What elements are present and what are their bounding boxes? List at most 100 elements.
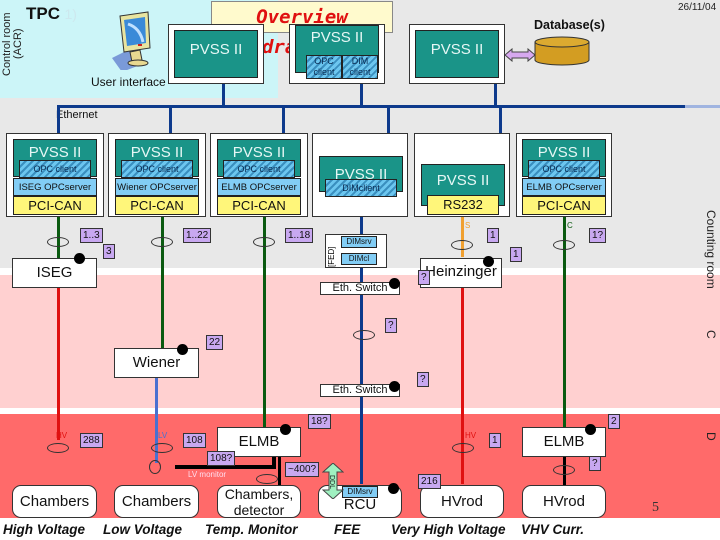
- cable-bundle-icon: [47, 443, 69, 453]
- vhv-elmb-opc-server: ELMB OPCserver: [522, 178, 606, 196]
- page-number: 5: [652, 500, 659, 515]
- ethsw2-connector-dot: [389, 381, 400, 392]
- serial-cable: [461, 217, 464, 257]
- rcu-connector-dot: [388, 483, 399, 494]
- tag-hvrod-curr: ?: [589, 456, 601, 471]
- vhv-hvrod[interactable]: HVrod: [420, 485, 504, 518]
- tag-hv-cable: 288: [80, 433, 103, 448]
- counting-room-label: Counting room: [704, 210, 718, 289]
- eth-switch-2[interactable]: Eth. Switch: [320, 384, 400, 397]
- elmb-opc-server: ELMB OPCserver: [217, 178, 301, 196]
- lv-monitor-probe-icon: [149, 460, 161, 474]
- tag-elmb2-can: 1?: [589, 228, 607, 243]
- lv-chambers[interactable]: Chambers: [114, 485, 199, 518]
- wiener-opc-server: Wiener OPCserver: [115, 178, 199, 196]
- cable-bundle-icon: [553, 465, 575, 475]
- vhv-elmb-opc-client: OPC client: [528, 160, 600, 178]
- ethernet-drop: [169, 106, 172, 134]
- tag-lvmon: 108?: [207, 451, 236, 466]
- cavern-marker: C: [704, 330, 718, 339]
- can-marker: C: [567, 221, 573, 230]
- temp-sensor-cable: [278, 457, 281, 485]
- vhv-current-hvrod[interactable]: HVrod: [522, 485, 606, 518]
- db-pvss-node[interactable]: PVSS II: [415, 30, 499, 78]
- iseg-device[interactable]: ISEG: [12, 258, 97, 288]
- db-pvss-frame: PVSS II: [409, 24, 505, 84]
- cable-bundle-icon: [47, 237, 69, 247]
- iseg-connector-dot: [74, 253, 85, 264]
- cable-bundle-icon: [452, 443, 474, 453]
- rcu-dim-server: DIMsrv: [342, 486, 378, 498]
- ethernet-drop: [494, 84, 497, 106]
- cable-bundle-icon: [353, 330, 375, 340]
- caption-temp-monitor: Temp. Monitor: [205, 522, 298, 537]
- tag-wiener-can: 1..22: [183, 228, 212, 243]
- tag-heinz-rs: 1: [487, 228, 499, 243]
- date-label: 26/11/04: [678, 2, 717, 13]
- tag-heinz-dev: 1: [510, 247, 522, 262]
- tag-elmb2-dev: 2: [608, 414, 620, 429]
- tag-vhv-cable: 1: [489, 433, 501, 448]
- system-suffix: 1): [64, 6, 77, 22]
- ethernet-label: Ethernet: [56, 109, 98, 121]
- top-opc-client: OPC client: [306, 55, 342, 79]
- elmb-can-cable: [263, 217, 266, 429]
- tag-temp: ~400?: [285, 462, 320, 477]
- tag-elmb1-dev: 18?: [308, 414, 331, 429]
- caption-high-voltage: High Voltage: [3, 522, 86, 537]
- top-dim-client: DIM client: [342, 55, 378, 79]
- fee-dim-client: DIMclient: [325, 179, 397, 197]
- cable-bundle-icon: [553, 240, 575, 250]
- ui-pvss-node[interactable]: PVSS II: [174, 30, 258, 78]
- fed-box: [FED] DIMsrv DIMcl: [325, 234, 387, 268]
- ethernet-bus-end: [685, 105, 720, 108]
- tag-lv-cable: 108: [183, 433, 206, 448]
- tag-ethsw1: ?: [418, 270, 430, 285]
- caption-fee: FEE: [334, 522, 361, 537]
- hv-chambers[interactable]: Chambers: [12, 485, 97, 518]
- lv-marker: LV: [158, 431, 168, 440]
- tag-iseg-dev: 3: [103, 244, 115, 259]
- database-icon[interactable]: [534, 36, 590, 66]
- tag-wiener-dev: 22: [206, 335, 224, 350]
- fee-pc: PVSS II DIMclient: [312, 133, 408, 217]
- serial-marker: S: [465, 221, 471, 230]
- database-label: Database(s): [534, 18, 605, 32]
- ddl-label: DDL: [328, 475, 335, 490]
- caption-low-voltage: Low Voltage: [103, 522, 183, 537]
- system-title: TPC 1): [26, 4, 77, 24]
- vhv-marker: HV: [465, 431, 477, 440]
- wiener-pci-can: PCI-CAN: [115, 196, 199, 215]
- temp-chambers-detector[interactable]: Chambers, detector: [217, 485, 301, 518]
- heinzinger-pc: PVSS II RS232: [414, 133, 510, 217]
- wiener-connector-dot: [177, 344, 188, 355]
- lv-monitor-stub: [272, 457, 276, 469]
- elmb-opc-client: OPC client: [223, 160, 295, 178]
- iseg-pc: PVSS II OPC client ISEG OPCserver PCI-CA…: [6, 133, 104, 217]
- ethernet-drop: [222, 84, 225, 106]
- eth-switch-1[interactable]: Eth. Switch: [320, 282, 400, 295]
- lv-monitor-label: LV monitor: [188, 470, 227, 479]
- computer-monitor-icon: [110, 10, 155, 72]
- heinzinger-rs232: RS232: [427, 195, 499, 215]
- elmb1-connector-dot: [280, 424, 291, 435]
- hv-marker: HV: [56, 431, 68, 440]
- elmb-pc: PVSS II OPC client ELMB OPCserver PCI-CA…: [210, 133, 308, 217]
- fed-label: [FED]: [327, 246, 336, 267]
- fed-dim-client: DIMcl: [341, 253, 377, 265]
- vhv-elmb-pci-can: PCI-CAN: [522, 196, 606, 215]
- wiener-opc-client: OPC client: [121, 160, 193, 178]
- system-name: TPC: [26, 4, 60, 23]
- vhv-cable: [461, 288, 464, 484]
- elmb-pci-can: PCI-CAN: [217, 196, 301, 215]
- cable-bundle-icon: [451, 240, 473, 250]
- tag-rcu: 216: [418, 474, 441, 489]
- user-interface-label: User interface: [91, 75, 166, 89]
- caption-vhv-current: VHV Curr.: [521, 522, 585, 537]
- ethsw1-connector-dot: [389, 278, 400, 289]
- hv-cable: [57, 288, 60, 440]
- ethernet-drop: [57, 106, 60, 134]
- heinz-connector-dot: [483, 256, 494, 267]
- tag-iseg-can: 1..3: [80, 228, 103, 243]
- tag-elmb-can: 1..18: [285, 228, 314, 243]
